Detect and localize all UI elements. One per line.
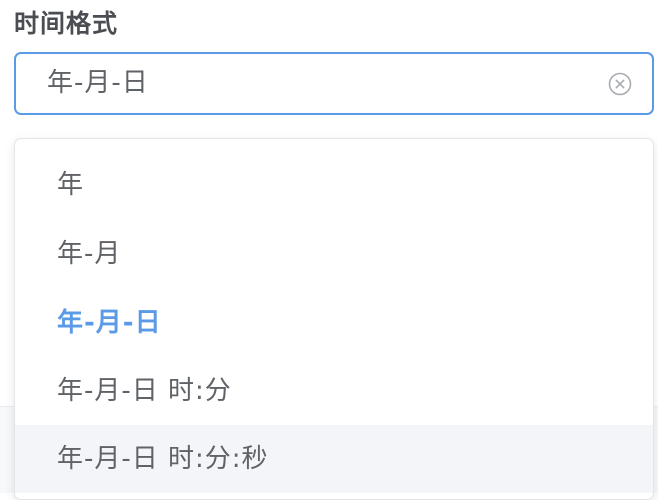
dropdown-option-year-month[interactable]: 年-月 bbox=[15, 220, 653, 288]
select-value: 年-月-日 bbox=[47, 68, 149, 98]
time-format-select[interactable]: 年-月-日 bbox=[14, 52, 654, 115]
clear-icon[interactable] bbox=[608, 72, 632, 96]
dropdown-option-year-month-day[interactable]: 年-月-日 bbox=[15, 289, 653, 357]
dropdown-option-ymd-hour-minute-second[interactable]: 年-月-日 时:分:秒 bbox=[15, 425, 653, 493]
dropdown-option-year[interactable]: 年 bbox=[15, 151, 653, 219]
dropdown-menu: 年 年-月 年-月-日 年-月-日 时:分 年-月-日 时:分:秒 bbox=[14, 138, 654, 500]
dropdown-option-ymd-hour-minute[interactable]: 年-月-日 时:分 bbox=[15, 357, 653, 425]
field-label: 时间格式 bbox=[14, 9, 119, 38]
